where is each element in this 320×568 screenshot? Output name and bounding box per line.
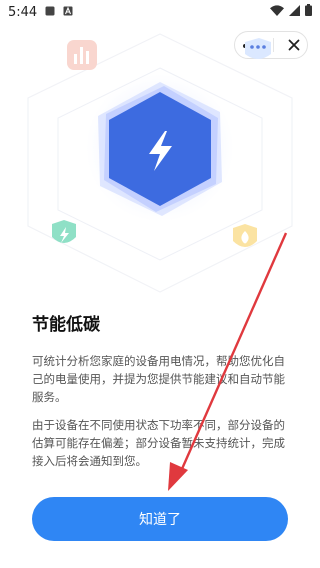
- status-time: 5:44: [8, 4, 38, 20]
- leaf-shield-icon: [52, 220, 76, 243]
- wifi-icon: [270, 4, 284, 20]
- status-left: 5:44: [8, 5, 73, 20]
- notification-square-icon: [45, 5, 55, 20]
- flame-shield-icon: [233, 224, 257, 247]
- battery-icon: [305, 4, 312, 20]
- letter-a-icon: [63, 5, 73, 20]
- signal-icon: [289, 4, 300, 20]
- hero-illustration: [27, 33, 293, 293]
- description-paragraph-1: 可统计分析您家庭的设备用电情况，帮助您优化自己的电量使用，并提为您提供节能建议和…: [32, 354, 285, 404]
- page-title: 节能低碳: [32, 315, 100, 335]
- dots-shield-icon: [245, 38, 271, 59]
- chart-icon: [67, 40, 97, 70]
- status-bar: 5:44: [0, 0, 320, 24]
- got-it-button[interactable]: 知道了: [32, 497, 288, 541]
- status-right: [270, 4, 312, 20]
- description-paragraph-2: 由于设备在不同使用状态下功率不同，部分设备的估算可能存在偏差；部分设备暂未支持统…: [32, 418, 285, 468]
